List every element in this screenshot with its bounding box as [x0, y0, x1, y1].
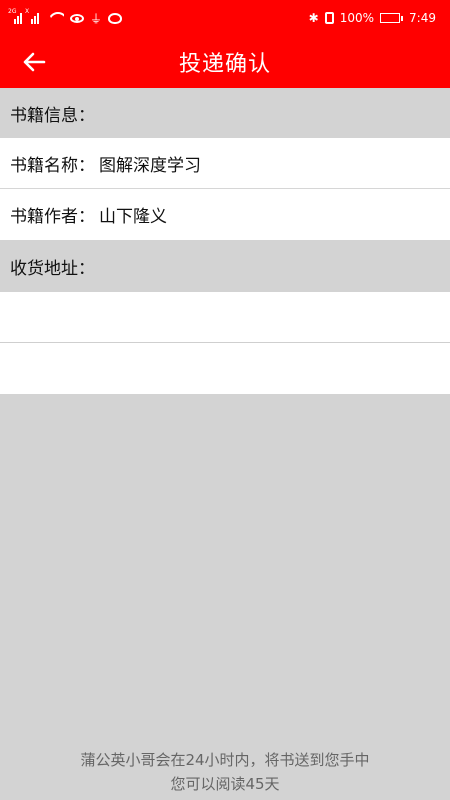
address-section-header: 收货地址： [0, 240, 450, 292]
signal-icon: X [25, 8, 42, 24]
book-info-section-label: 书籍信息： [10, 105, 95, 126]
usb-icon: ⏚ [90, 11, 103, 26]
status-left: 2G X ⏚ [8, 8, 123, 27]
delivery-note-line2: 您可以阅读45天 [170, 775, 280, 793]
eye-icon [70, 13, 84, 23]
screen: 2G X ⏚ ✱ 100% 7:49 投递确认 书籍信息： 书籍名称： 图解深度… [0, 0, 450, 800]
address-input-2[interactable] [0, 343, 450, 394]
book-author-label: 书籍作者： [10, 207, 95, 227]
arrow-left-icon [23, 52, 46, 72]
delivery-note-line1: 蒲公英小哥会在24小时内，将书送到您手中 [80, 751, 370, 769]
wifi-icon [48, 12, 64, 24]
app-header: 投递确认 [0, 36, 450, 88]
book-name-value: 图解深度学习 [99, 155, 201, 176]
book-author-value: 山下隆义 [99, 207, 167, 227]
book-name-row: 书籍名称： 图解深度学习 [0, 138, 450, 189]
book-info-section-header: 书籍信息： [0, 88, 450, 138]
vibrate-icon [324, 12, 334, 24]
book-name-label: 书籍名称： [10, 155, 95, 176]
back-button[interactable] [16, 46, 52, 78]
status-right: ✱ 100% 7:49 [309, 11, 436, 25]
battery-icon [380, 13, 404, 23]
delivery-note: 蒲公英小哥会在24小时内，将书送到您手中 您可以阅读45天 [0, 748, 450, 796]
bluetooth-icon: ✱ [308, 11, 319, 25]
page-title: 投递确认 [178, 52, 271, 77]
status-bar: 2G X ⏚ ✱ 100% 7:49 [0, 0, 450, 36]
address-input-1[interactable] [0, 292, 450, 342]
signal-icon: 2G [8, 8, 25, 24]
book-author-row: 书籍作者： 山下隆义 [0, 189, 450, 240]
battery-percent: 100% [339, 11, 375, 25]
address-section-label: 收货地址： [10, 258, 95, 279]
clock: 7:49 [409, 11, 436, 25]
address-input-row-1 [0, 292, 450, 343]
weibo-icon [108, 12, 123, 24]
address-input-row-2 [0, 343, 450, 394]
